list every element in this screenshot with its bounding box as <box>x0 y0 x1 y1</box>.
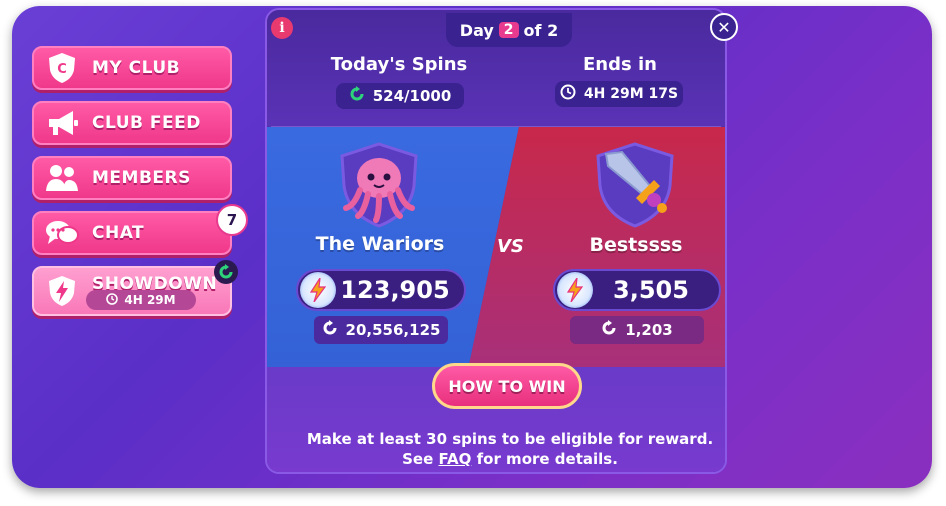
ends-title: Ends in <box>583 54 657 75</box>
refresh-icon <box>349 86 365 106</box>
divider <box>271 126 721 127</box>
team-right-name: Bestssss <box>589 234 683 256</box>
sidebar-item-label: MY CLUB <box>92 58 181 78</box>
day-indicator: Day 2 of 2 <box>446 13 572 47</box>
sidebar-item-chat[interactable]: CHAT <box>32 211 232 255</box>
eligibility-note: Make at least 30 spins to be eligible fo… <box>306 430 714 448</box>
chat-bubbles-icon <box>44 215 80 251</box>
sidebar-item-members[interactable]: MEMBERS <box>32 156 232 200</box>
sidebar-item-label: CLUB FEED <box>92 113 201 133</box>
lightning-icon <box>300 272 336 308</box>
members-icon <box>44 160 80 196</box>
day-number: 2 <box>498 22 519 38</box>
sidebar-item-label: MEMBERS <box>92 168 191 188</box>
sidebar-item-label: CHAT <box>92 223 145 243</box>
how-to-win-button[interactable]: HOW TO WIN <box>432 363 582 409</box>
team-right-score: 3,505 <box>553 269 721 311</box>
refresh-icon <box>601 320 617 340</box>
showdown-timer: 4H 29M <box>86 290 196 310</box>
info-button[interactable]: i <box>271 17 293 39</box>
team-left-name: The Wariors <box>315 233 445 255</box>
clock-icon <box>560 84 576 104</box>
close-button[interactable]: ✕ <box>710 13 738 41</box>
faq-note: See FAQ for more details. <box>402 450 618 468</box>
faq-link[interactable]: FAQ <box>438 450 471 468</box>
vs-label: VS <box>497 236 524 257</box>
refresh-icon <box>322 320 338 340</box>
chat-unread-badge: 7 <box>216 204 248 236</box>
showdown-shield-icon <box>44 273 80 309</box>
team-left-score: 123,905 <box>296 269 466 311</box>
spins-counter: 524/1000 <box>336 83 464 109</box>
refresh-icon <box>214 260 238 284</box>
club-shield-icon: C <box>44 50 80 86</box>
megaphone-icon <box>44 105 80 141</box>
ends-timer: 4H 29M 17S <box>555 81 683 107</box>
sidebar-item-my-club[interactable]: C MY CLUB <box>32 46 232 90</box>
lightning-icon <box>557 272 593 308</box>
team-right-spins: 1,203 <box>570 316 704 344</box>
sidebar-item-club-feed[interactable]: CLUB FEED <box>32 101 232 145</box>
svg-text:C: C <box>57 62 67 77</box>
octopus-icon <box>336 140 422 234</box>
spins-title: Today's Spins <box>330 54 468 75</box>
team-left-spins: 20,556,125 <box>314 316 448 344</box>
sword-icon <box>592 140 678 234</box>
clock-icon <box>106 292 119 308</box>
